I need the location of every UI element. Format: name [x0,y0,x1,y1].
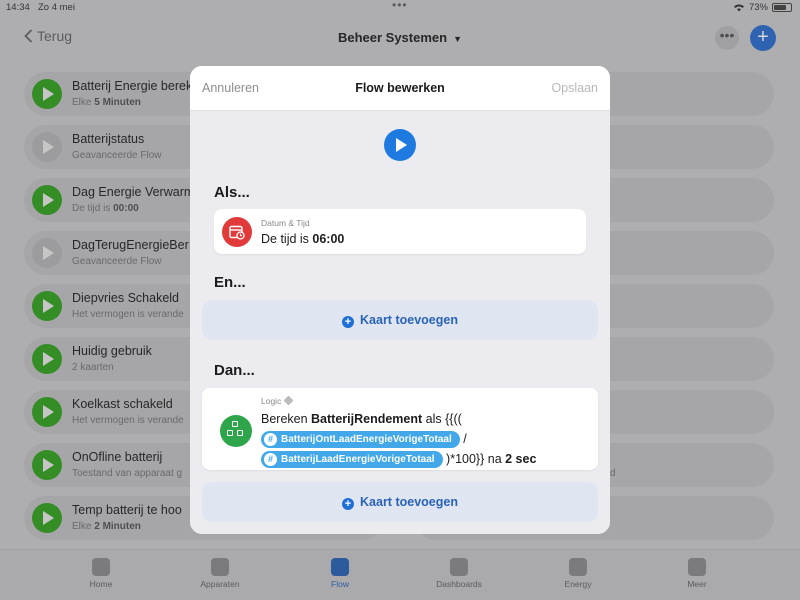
then-text-mid: als {{(( [422,412,462,426]
logic-label: Logic [261,396,282,406]
when-card-label: Datum & Tijd [261,218,310,228]
add-then-card-button[interactable]: + Kaart toevoegen [202,482,598,522]
logic-icon [220,415,252,447]
variable-name: BatterijRendement [311,412,423,426]
when-text-prefix: De tijd is [261,232,313,246]
division-operator: / [459,432,467,446]
add-card-label: Kaart toevoegen [360,495,458,509]
save-button[interactable]: Opslaan [551,81,598,95]
then-card-label: Logic [261,395,294,406]
delay-value: 2 sec [505,452,537,466]
when-time-value: 06:00 [312,232,345,246]
when-card[interactable]: Datum & Tijd De tijd is 06:00 [214,209,586,254]
add-and-card-button[interactable]: + Kaart toevoegen [202,300,598,340]
hash-icon: # [264,433,277,446]
token-pill-laad[interactable]: # BatterijLaadEnergieVorigeTotaal [261,451,443,468]
then-text-suffix: )*100}} na [442,452,506,466]
then-heading: Dan... [214,362,255,379]
token-label: BatterijLaadEnergieVorigeTotaal [281,454,435,465]
token-label: BatterijOntLaadEnergieVorigeTotaal [281,434,452,445]
add-card-label: Kaart toevoegen [360,313,458,327]
then-card-text: Bereken BatterijRendement als {{(( # Batt… [261,409,591,469]
modal-header: Annuleren Flow bewerken Opslaan [190,66,610,111]
calendar-clock-icon [222,217,252,247]
test-flow-play-button[interactable] [384,129,416,161]
then-text-prefix: Bereken [261,412,312,426]
modal-title: Flow bewerken [355,81,445,95]
hash-icon: # [264,453,277,466]
tag-icon [283,395,294,406]
edit-flow-modal: Annuleren Flow bewerken Opslaan Als... D… [190,66,610,534]
then-card[interactable]: Logic Bereken BatterijRendement als {{((… [202,388,598,470]
and-heading: En... [214,274,246,291]
when-card-text: De tijd is 06:00 [261,232,344,246]
when-heading: Als... [214,184,250,201]
plus-circle-icon: + [342,498,355,510]
plus-circle-icon: + [342,316,355,328]
token-pill-ontlaad[interactable]: # BatterijOntLaadEnergieVorigeTotaal [261,431,460,448]
